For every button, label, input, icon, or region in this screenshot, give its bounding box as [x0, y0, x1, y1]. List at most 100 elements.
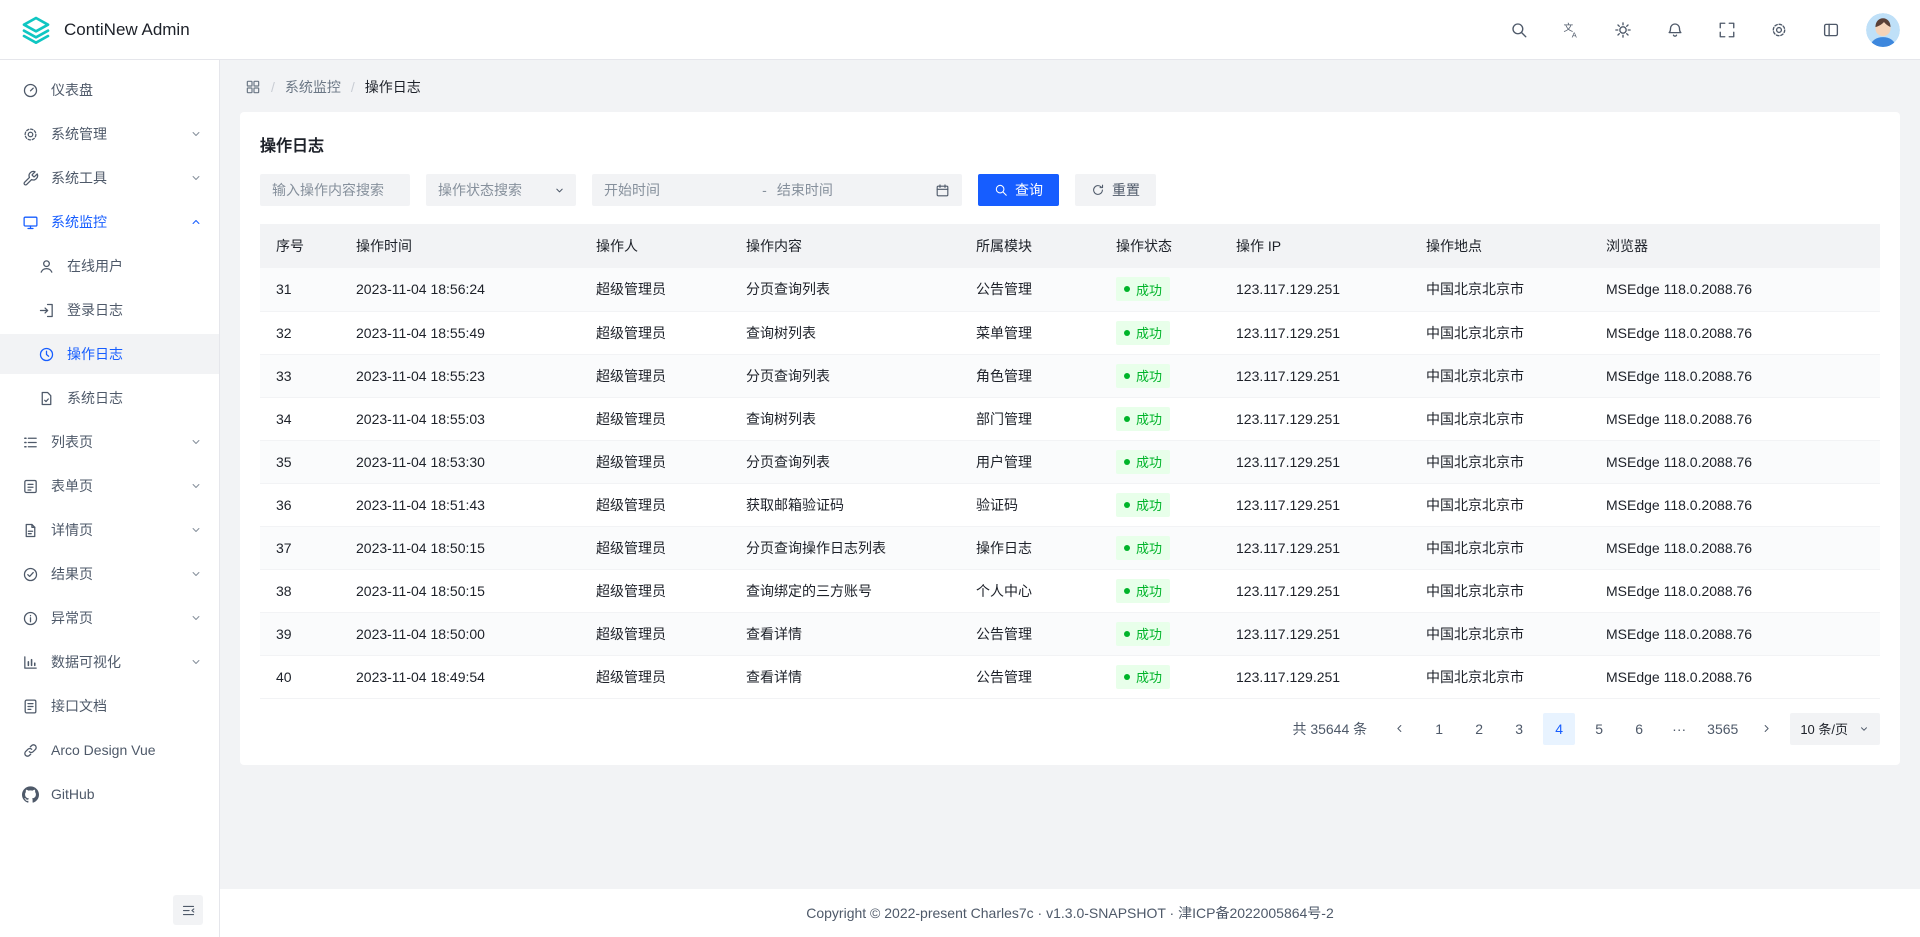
- cell-module: 公告管理: [960, 612, 1100, 655]
- cell-time: 2023-11-04 18:50:15: [340, 569, 580, 612]
- chevron-right-icon: [1760, 722, 1773, 735]
- status-text: 成功: [1136, 581, 1162, 600]
- cell-status: 成功: [1100, 569, 1220, 612]
- sidebar-item-label: 系统监控: [51, 212, 107, 232]
- fullscreen-button[interactable]: [1710, 13, 1744, 47]
- cell-browser: MSEdge 118.0.2088.76: [1590, 526, 1880, 569]
- pagination-page-button[interactable]: 4: [1543, 713, 1575, 745]
- cell-seq: 40: [260, 655, 340, 698]
- cell-time: 2023-11-04 18:53:30: [340, 440, 580, 483]
- cell-operator: 超级管理员: [580, 526, 730, 569]
- cell-status: 成功: [1100, 612, 1220, 655]
- pagination-page-button[interactable]: 2: [1463, 713, 1495, 745]
- status-badge: 成功: [1116, 450, 1170, 474]
- layout-button[interactable]: [1814, 13, 1848, 47]
- cell-status: 成功: [1100, 268, 1220, 311]
- sidebar-item-login-log[interactable]: 登录日志: [0, 290, 219, 330]
- sidebar-item-label: 详情页: [51, 520, 93, 540]
- sidebar-item-dashboard[interactable]: 仪表盘: [0, 70, 219, 110]
- chevron-down-icon: [189, 127, 203, 141]
- list-icon: [22, 434, 39, 451]
- status-badge: 成功: [1116, 665, 1170, 689]
- dashboard-icon: [22, 82, 39, 99]
- sidebar-item-label: 系统管理: [51, 124, 107, 144]
- sidebar-item-online-users[interactable]: 在线用户: [0, 246, 219, 286]
- cell-operator: 超级管理员: [580, 440, 730, 483]
- content-search-input[interactable]: [260, 174, 410, 206]
- cell-location: 中国北京北京市: [1410, 526, 1590, 569]
- status-text: 成功: [1136, 280, 1162, 299]
- settings-button[interactable]: [1762, 13, 1796, 47]
- sidebar-item-system-log[interactable]: 系统日志: [0, 378, 219, 418]
- cell-ip: 123.117.129.251: [1220, 354, 1410, 397]
- pagination-page-button[interactable]: 1: [1423, 713, 1455, 745]
- status-select[interactable]: 操作状态搜索: [426, 174, 576, 206]
- brand[interactable]: ContiNew Admin: [20, 14, 190, 46]
- cell-time: 2023-11-04 18:51:43: [340, 483, 580, 526]
- cell-module: 菜单管理: [960, 311, 1100, 354]
- cell-content: 查询树列表: [730, 311, 960, 354]
- page-size-select[interactable]: 10 条/页: [1790, 713, 1880, 745]
- refresh-icon: [1091, 183, 1105, 197]
- cell-time: 2023-11-04 18:49:54: [340, 655, 580, 698]
- status-dot-icon: [1124, 459, 1130, 465]
- status-badge: 成功: [1116, 407, 1170, 431]
- cell-ip: 123.117.129.251: [1220, 526, 1410, 569]
- sidebar-item-system-monitor[interactable]: 系统监控: [0, 202, 219, 242]
- cell-seq: 35: [260, 440, 340, 483]
- sidebar-item-label: 异常页: [51, 608, 93, 628]
- sidebar-collapse-button[interactable]: [173, 895, 203, 925]
- sidebar-item-list-page[interactable]: 列表页: [0, 422, 219, 462]
- app-logo-icon: [20, 14, 52, 46]
- theme-toggle-button[interactable]: [1606, 13, 1640, 47]
- sidebar-item-github[interactable]: GitHub: [0, 774, 219, 814]
- breadcrumb-section[interactable]: 系统监控: [285, 77, 341, 97]
- sidebar-item-label: Arco Design Vue: [51, 742, 156, 758]
- sidebar-item-result-page[interactable]: 结果页: [0, 554, 219, 594]
- gear-icon: [22, 126, 39, 143]
- sidebar-item-api-docs[interactable]: 接口文档: [0, 686, 219, 726]
- pagination-prev-button[interactable]: [1383, 713, 1415, 745]
- apps-grid-icon[interactable]: [245, 79, 261, 95]
- table-header-row: 序号 操作时间 操作人 操作内容 所属模块 操作状态 操作 IP 操作地点 浏览…: [260, 224, 1880, 268]
- col-header-seq: 序号: [260, 224, 340, 268]
- search-button-label: 查询: [1015, 180, 1043, 200]
- sidebar-item-system-management[interactable]: 系统管理: [0, 114, 219, 154]
- reset-button[interactable]: 重置: [1075, 174, 1156, 206]
- tools-icon: [22, 170, 39, 187]
- date-range-picker[interactable]: 开始时间 - 结束时间: [592, 174, 962, 206]
- chevron-down-icon: [189, 655, 203, 669]
- pagination-page-button[interactable]: 3: [1503, 713, 1535, 745]
- pagination-next-button[interactable]: [1750, 713, 1782, 745]
- cell-ip: 123.117.129.251: [1220, 268, 1410, 311]
- pagination-page-button[interactable]: 3565: [1703, 713, 1742, 745]
- sidebar-item-data-visualization[interactable]: 数据可视化: [0, 642, 219, 682]
- sidebar-item-label: GitHub: [51, 786, 95, 802]
- translate-button[interactable]: [1554, 13, 1588, 47]
- menu-fold-icon: [181, 903, 196, 918]
- end-date-placeholder: 结束时间: [777, 180, 925, 200]
- avatar[interactable]: [1866, 13, 1900, 47]
- table-row: 36 2023-11-04 18:51:43 超级管理员 获取邮箱验证码 验证码…: [260, 483, 1880, 526]
- user-icon: [38, 258, 55, 275]
- cell-location: 中国北京北京市: [1410, 268, 1590, 311]
- search-button[interactable]: 查询: [978, 174, 1059, 206]
- pagination-page-button[interactable]: 5: [1583, 713, 1615, 745]
- cell-status: 成功: [1100, 655, 1220, 698]
- sidebar-item-operation-log[interactable]: 操作日志: [0, 334, 219, 374]
- cell-location: 中国北京北京市: [1410, 612, 1590, 655]
- sidebar-item-label: 结果页: [51, 564, 93, 584]
- sidebar-item-detail-page[interactable]: 详情页: [0, 510, 219, 550]
- pagination-page-button[interactable]: 6: [1623, 713, 1655, 745]
- status-text: 成功: [1136, 452, 1162, 471]
- sidebar-item-arco-design-vue[interactable]: Arco Design Vue: [0, 730, 219, 770]
- pagination-page-button[interactable]: ···: [1663, 713, 1695, 745]
- notifications-button[interactable]: [1658, 13, 1692, 47]
- search-button[interactable]: [1502, 13, 1536, 47]
- table-row: 40 2023-11-04 18:49:54 超级管理员 查看详情 公告管理 成…: [260, 655, 1880, 698]
- table-row: 37 2023-11-04 18:50:15 超级管理员 分页查询操作日志列表 …: [260, 526, 1880, 569]
- sidebar-item-system-tools[interactable]: 系统工具: [0, 158, 219, 198]
- status-text: 成功: [1136, 366, 1162, 385]
- sidebar-item-exception-page[interactable]: 异常页: [0, 598, 219, 638]
- sidebar-item-form-page[interactable]: 表单页: [0, 466, 219, 506]
